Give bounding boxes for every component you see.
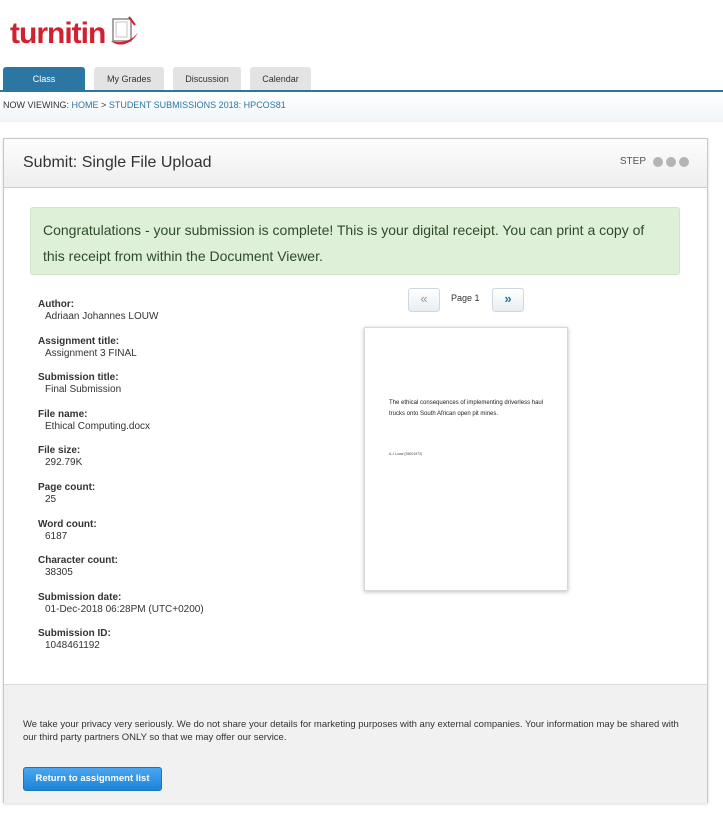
breadcrumb-home-link[interactable]: HOME (72, 100, 99, 110)
receipt-label: Submission ID: (38, 628, 111, 640)
step-dot-2 (666, 156, 676, 167)
receipt-row-submission-id: Submission ID: 1048461192 (38, 628, 338, 665)
receipt-label: Assignment title: (38, 335, 120, 347)
breadcrumb-separator: > (101, 100, 107, 110)
success-alert: Congratulations - your submission is com… (30, 207, 680, 275)
tab-my-grades[interactable]: My Grades (94, 67, 164, 91)
receipt-row-character-count: Character count: 38305 (38, 555, 338, 592)
page-indicator: Page 1 (451, 293, 480, 303)
turnitin-logo[interactable]: turnitin (10, 14, 143, 54)
receipt-value: Assignment 3 FINAL (45, 347, 137, 359)
receipt-row-file-size: File size: 292.79K (38, 445, 338, 482)
step-dot-3 (679, 156, 689, 167)
receipt-label: File name: (38, 408, 88, 420)
step-dot-1 (653, 156, 663, 167)
receipt-value: Final Submission (45, 384, 122, 396)
receipt-row-word-count: Word count: 6187 (38, 519, 338, 556)
receipt-label: Word count: (38, 518, 97, 530)
logo-paper-icon (107, 15, 143, 54)
logo-text: turnitin (10, 17, 106, 50)
receipt-value: Adriaan Johannes LOUW (45, 311, 159, 322)
tab-class-portfolio[interactable]: Class Portfolio (3, 67, 85, 108)
submission-card: Submit: Single File Upload STEP Congratu… (3, 138, 708, 803)
receipt-row-submission-title: Submission title: Final Submission (38, 372, 338, 409)
receipt-label: Character count: (38, 555, 119, 567)
document-preview[interactable]: The ethical consequences of implementing… (364, 327, 568, 591)
receipt-value: 6187 (45, 530, 68, 542)
receipt-value: 38305 (45, 567, 73, 579)
receipt-label: Submission title: (38, 372, 119, 384)
breadcrumb: NOW VIEWING: HOME > STUDENT SUBMISSIONS … (3, 100, 286, 110)
receipt-details: Author: Adriaan Johannes LOUW Assignment… (38, 299, 338, 665)
receipt-value: 292.79K (45, 457, 83, 469)
success-message: Congratulations - your submission is com… (43, 222, 645, 264)
privacy-notice: We take your privacy very seriously. We … (23, 719, 679, 743)
header: turnitin Class Portfolio My Grades Discu… (0, 0, 723, 108)
receipt-label: Author: (38, 299, 75, 310)
page-navigator: « Page 1 » (408, 288, 528, 312)
receipt-row-file-name: File name: Ethical Computing.docx (38, 409, 338, 446)
document-title: The ethical consequences of implementing… (389, 400, 544, 417)
document-author: A.J Louw (35001972) (389, 452, 423, 456)
receipt-row-page-count: Page count: 25 (38, 482, 338, 519)
return-to-assignment-list-button[interactable]: Return to assignment list (23, 767, 162, 791)
receipt-label: Submission date: (38, 591, 122, 603)
receipt-row-author: Author: Adriaan Johannes LOUW (38, 299, 338, 336)
breadcrumb-prefix: NOW VIEWING: (3, 100, 69, 110)
breadcrumb-current[interactable]: STUDENT SUBMISSIONS 2018: HPCOS81 (109, 100, 286, 110)
previous-page-button[interactable]: « (408, 288, 440, 312)
step-label: STEP (619, 156, 646, 167)
step-indicator: STEP (620, 156, 689, 167)
receipt-value: 1048461192 (45, 640, 100, 652)
card-header: Submit: Single File Upload STEP (4, 139, 707, 188)
receipt-value: Ethical Computing.docx (45, 420, 151, 432)
tab-discussion[interactable]: Discussion (173, 67, 241, 91)
page-title: Submit: Single File Upload (23, 154, 212, 171)
receipt-value: 01-Dec-2018 06:28PM (UTC+0200) (45, 603, 204, 615)
receipt-value: 25 (45, 493, 57, 505)
receipt-row-submission-date: Submission date: 01-Dec-2018 06:28PM (UT… (38, 592, 338, 629)
receipt-label: File size: (38, 445, 81, 457)
next-page-button[interactable]: » (492, 288, 524, 312)
card-footer: We take your privacy very seriously. We … (4, 684, 707, 803)
main-tabs: Class Portfolio My Grades Discussion Cal… (3, 67, 320, 108)
tab-calendar[interactable]: Calendar (250, 67, 311, 91)
receipt-label: Page count: (38, 481, 96, 493)
receipt-row-assignment-title: Assignment title: Assignment 3 FINAL (38, 336, 338, 373)
